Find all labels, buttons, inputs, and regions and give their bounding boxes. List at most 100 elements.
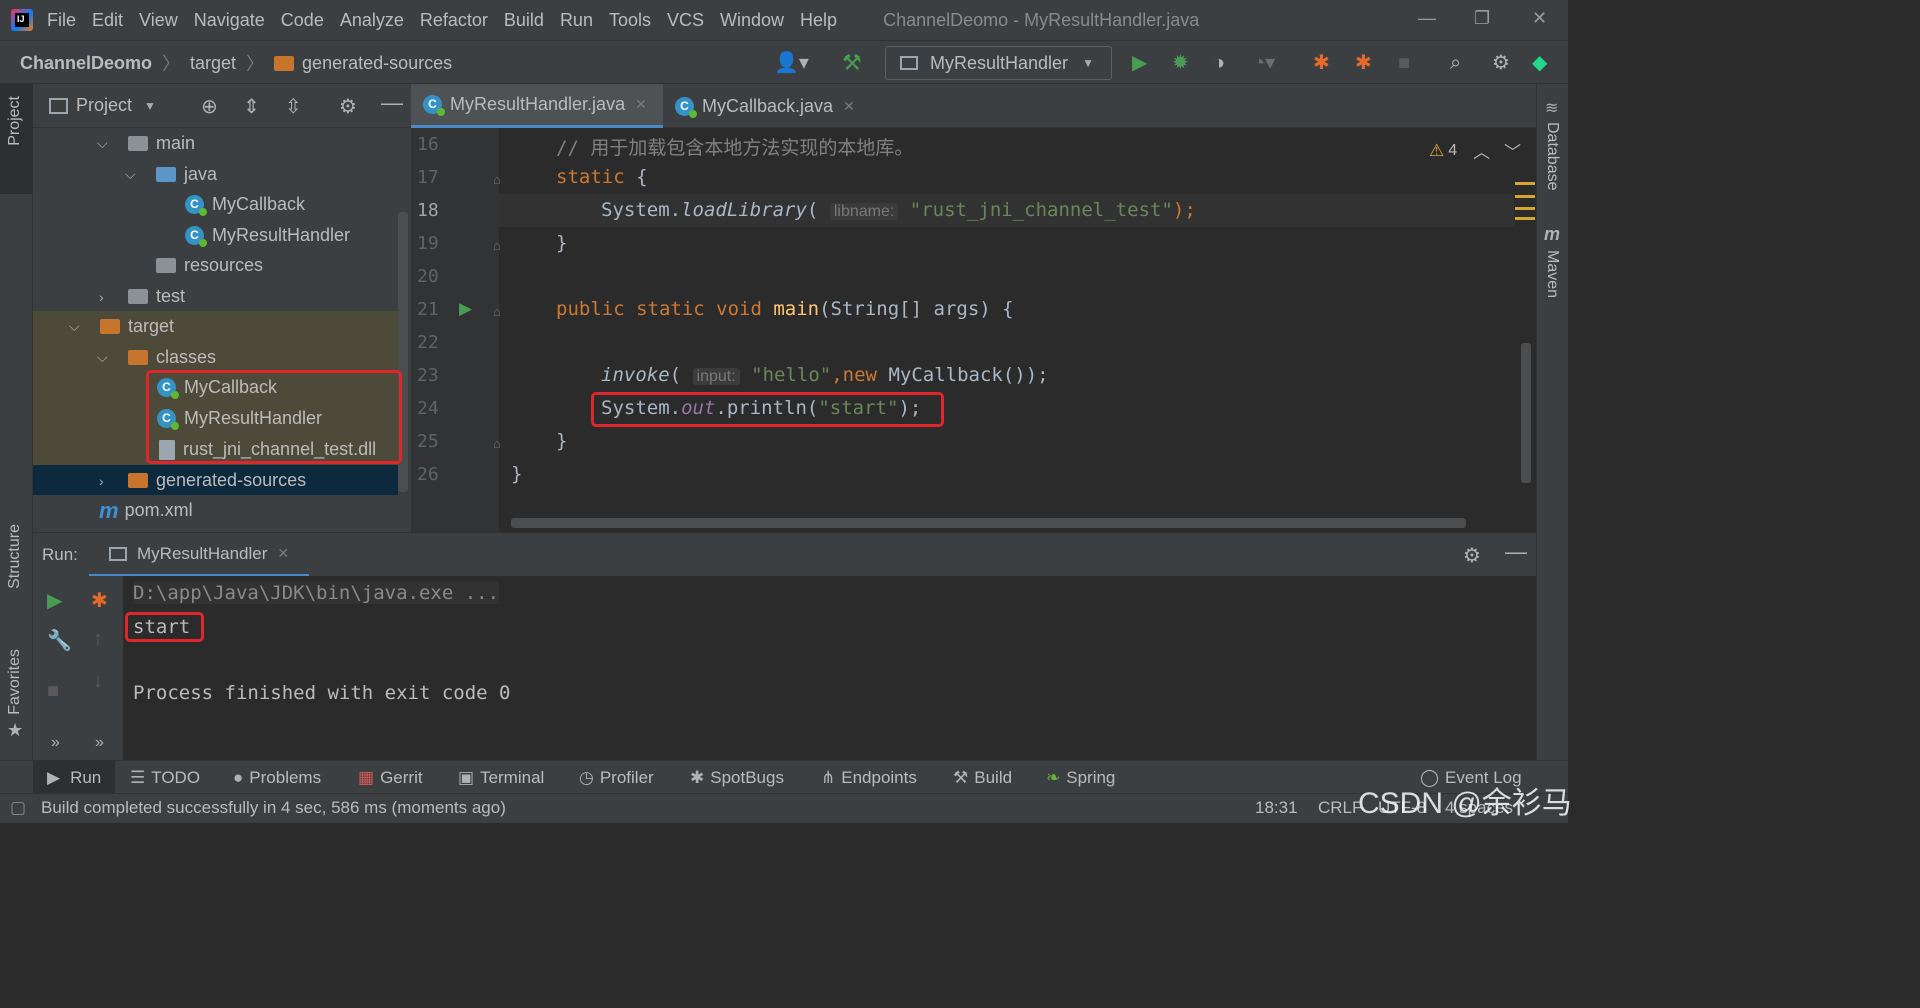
code-editor[interactable]: 16 17 18 19 20 21 22 23 24 25 26 ▶ ⌂ ⌂ ⌂…: [411, 128, 1536, 532]
chevron-down-icon[interactable]: ⌵: [69, 318, 80, 335]
fold-icon[interactable]: ⌂: [493, 172, 501, 187]
menu-help[interactable]: Help: [800, 10, 837, 31]
toolwindow-problems[interactable]: ● Problems: [233, 761, 321, 794]
arrow-up-icon[interactable]: ↑: [93, 628, 103, 651]
profile-icon[interactable]: ◔▾: [1253, 51, 1275, 75]
close-icon[interactable]: ✕: [843, 98, 855, 115]
tree-node-myresulthandler[interactable]: C MyResultHandler: [33, 220, 398, 251]
minimize-icon[interactable]: —: [1418, 8, 1436, 29]
chevron-down-icon[interactable]: ⌵: [97, 349, 108, 366]
breadcrumb-target[interactable]: target: [190, 53, 236, 74]
spotbugs-icon[interactable]: ✱: [1313, 51, 1330, 75]
toolwindow-spring[interactable]: ❧ Spring: [1046, 761, 1115, 794]
search-icon[interactable]: ⌕: [1450, 51, 1461, 75]
menu-build[interactable]: Build: [504, 10, 544, 31]
run-tab-myresulthandler[interactable]: MyResultHandler ✕: [89, 533, 310, 577]
menu-run[interactable]: Run: [560, 10, 593, 31]
fold-icon[interactable]: ⌂: [493, 436, 501, 451]
menu-file[interactable]: File: [47, 10, 76, 31]
console-output[interactable]: D:\app\Java\JDK\bin\java.exe ... start P…: [123, 576, 1536, 760]
toolwindow-profiler[interactable]: ◷ Profiler: [579, 761, 654, 794]
menu-code[interactable]: Code: [281, 10, 324, 31]
debug-icon[interactable]: ✹: [1172, 51, 1189, 75]
toolwindow-endpoints[interactable]: ⋔ Endpoints: [821, 761, 917, 794]
more-icon[interactable]: »: [51, 734, 60, 752]
restore-icon[interactable]: ❐: [1474, 8, 1490, 29]
more-icon[interactable]: »: [95, 734, 104, 752]
chevron-right-icon[interactable]: ›: [99, 289, 104, 305]
tree-node-test[interactable]: › test: [33, 281, 398, 312]
menu-navigate[interactable]: Navigate: [194, 10, 265, 31]
fold-icon[interactable]: ⌂: [493, 304, 501, 319]
breadcrumb-project[interactable]: ChannelDeomo: [20, 53, 152, 74]
stop-icon[interactable]: ■: [1398, 51, 1410, 75]
maven-strip-label[interactable]: Maven: [1543, 250, 1561, 298]
chevron-right-icon[interactable]: ›: [99, 473, 104, 489]
next-highlight-icon[interactable]: ﹀: [1504, 138, 1521, 163]
rerun-icon[interactable]: ▶: [47, 588, 62, 613]
run-icon[interactable]: ▶: [1132, 51, 1147, 75]
collapse-all-icon[interactable]: ⇳: [285, 94, 302, 119]
menu-edit[interactable]: Edit: [92, 10, 123, 31]
tree-node-generated-sources[interactable]: › generated-sources: [33, 465, 398, 496]
status-panel-icon[interactable]: ▢: [10, 798, 26, 818]
expand-all-icon[interactable]: ⇕: [243, 94, 260, 119]
editor-vertical-scrollbar[interactable]: [1521, 343, 1531, 483]
gear-icon[interactable]: ⚙: [339, 94, 357, 119]
run-configuration-select[interactable]: MyResultHandler ▼: [885, 46, 1112, 80]
toolwindow-run[interactable]: ▶ Run: [33, 761, 116, 794]
locate-icon[interactable]: ⊕: [201, 94, 218, 119]
previous-highlight-icon[interactable]: ︿: [1473, 138, 1490, 163]
toolwindow-spotbugs[interactable]: ✱ SpotBugs: [690, 761, 784, 794]
gear-icon[interactable]: ⚙: [1463, 543, 1481, 568]
tree-node-classes[interactable]: ⌵ classes: [33, 342, 398, 373]
caret-position[interactable]: 18:31: [1255, 798, 1298, 818]
coverage-icon[interactable]: ◑: [1213, 51, 1225, 75]
plugin-icon[interactable]: ◆: [1532, 51, 1547, 75]
breadcrumb-generated-sources[interactable]: generated-sources: [302, 53, 452, 74]
tree-node-mycallback[interactable]: C MyCallback: [33, 189, 398, 220]
editor-horizontal-scrollbar[interactable]: [511, 518, 1466, 528]
chevron-down-icon[interactable]: ⌵: [97, 135, 108, 152]
build-hammer-icon[interactable]: ⚒: [842, 51, 862, 75]
fold-icon[interactable]: ⌂: [493, 238, 501, 253]
tree-node-java[interactable]: ⌵ java: [33, 159, 398, 190]
structure-strip-label[interactable]: Structure: [6, 524, 24, 589]
project-strip-button[interactable]: Project: [0, 84, 33, 194]
toolwindow-terminal[interactable]: ▣ Terminal: [458, 761, 544, 794]
status-message[interactable]: Build completed successfully in 4 sec, 5…: [41, 798, 506, 818]
run-gutter-icon[interactable]: ▶: [459, 299, 472, 319]
tree-node-target[interactable]: ⌵ target: [33, 311, 398, 342]
wrench-icon[interactable]: 🔧: [47, 628, 72, 653]
spotbugs-icon[interactable]: ✱: [91, 588, 108, 613]
menu-view[interactable]: View: [139, 10, 178, 31]
tree-node-pom[interactable]: m pom.xml: [33, 495, 398, 526]
hide-panel-icon[interactable]: —: [381, 90, 403, 116]
line-separator[interactable]: CRLF: [1318, 798, 1362, 818]
stop-icon[interactable]: ■: [47, 680, 59, 703]
tree-node-main[interactable]: ⌵ main: [33, 128, 398, 159]
gear-icon[interactable]: ⚙: [1492, 51, 1510, 75]
tab-myresulthandler[interactable]: C MyResultHandler.java ✕: [411, 84, 663, 128]
hide-panel-icon[interactable]: —: [1505, 539, 1527, 565]
tab-mycallback[interactable]: C MyCallback.java ✕: [663, 84, 873, 128]
chevron-down-icon[interactable]: ⌵: [125, 166, 136, 183]
menu-vcs[interactable]: VCS: [667, 10, 704, 31]
menu-tools[interactable]: Tools: [609, 10, 651, 31]
inspection-widget[interactable]: ⚠ 4 ︿ ﹀: [1429, 138, 1521, 163]
close-icon[interactable]: ✕: [277, 545, 289, 562]
close-icon[interactable]: ✕: [1532, 8, 1547, 29]
user-icon[interactable]: 👤▾: [774, 51, 809, 75]
menu-refactor[interactable]: Refactor: [420, 10, 488, 31]
chevron-down-icon[interactable]: ▼: [144, 99, 156, 113]
menu-window[interactable]: Window: [720, 10, 784, 31]
menu-analyze[interactable]: Analyze: [340, 10, 404, 31]
database-strip-label[interactable]: Database: [1543, 122, 1561, 191]
tree-node-resources[interactable]: resources: [33, 250, 398, 281]
toolwindow-gerrit[interactable]: ▦ Gerrit: [358, 761, 423, 794]
toolwindow-build[interactable]: ⚒ Build: [953, 761, 1012, 794]
spotbugs-analyze-icon[interactable]: ✱: [1355, 51, 1372, 75]
close-icon[interactable]: ✕: [635, 96, 647, 113]
favorites-strip-label[interactable]: Favorites: [6, 649, 24, 715]
project-view-title[interactable]: Project: [76, 95, 132, 116]
